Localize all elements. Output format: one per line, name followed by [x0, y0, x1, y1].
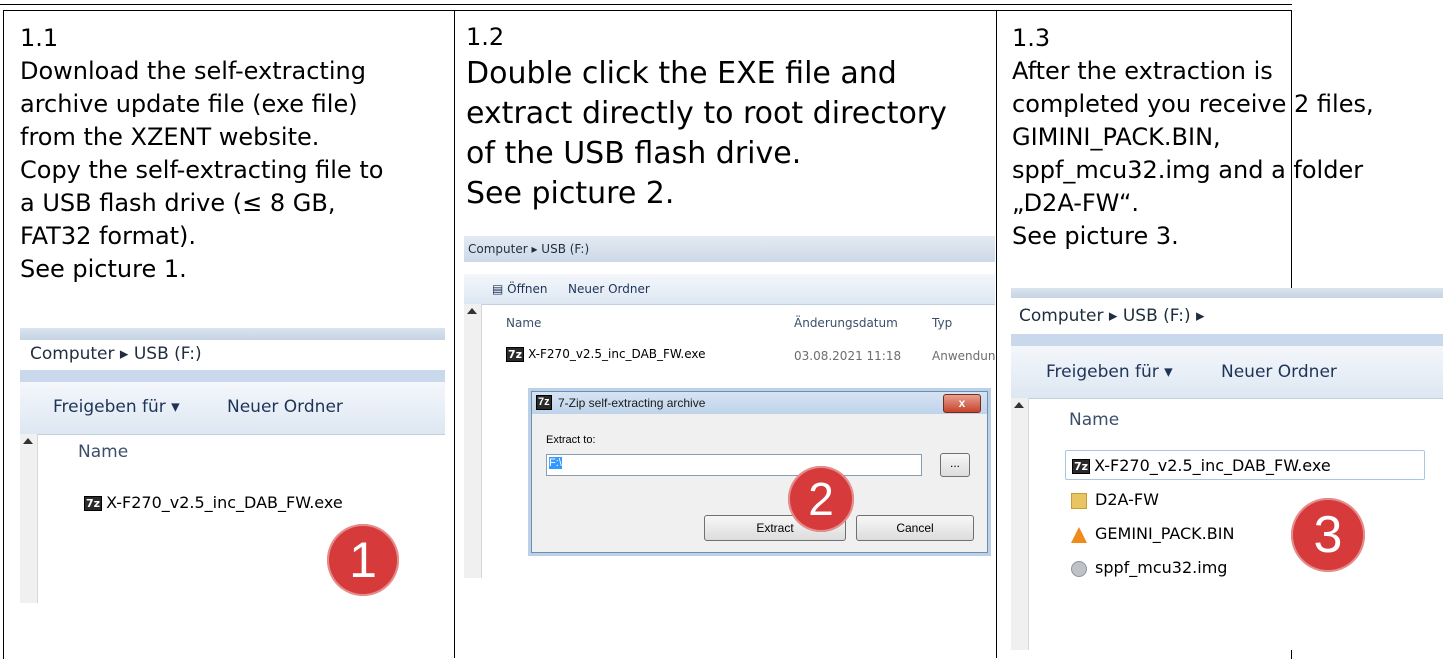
file-item[interactable]: 7z X-F270_v2.5_inc_DAB_FW.exe	[506, 347, 706, 362]
share-menu[interactable]: Freigeben für ▾	[1046, 362, 1173, 382]
step-3-line: After the extraction is	[1012, 57, 1273, 85]
column-header-name[interactable]: Name	[1069, 410, 1119, 430]
toolbar: ▤ Öffnen Neuer Ordner	[464, 274, 995, 305]
step-3-line: „D2A-FW“.	[1012, 189, 1140, 217]
folder-icon	[1071, 492, 1087, 509]
step-2-line: Double click the EXE file and	[466, 56, 897, 91]
file-item-selected[interactable]: 7z X-F270_v2.5_inc_DAB_FW.exe	[1065, 450, 1425, 480]
dialog-titlebar[interactable]: 7z 7-Zip self-extracting archive x	[532, 392, 987, 414]
dialog-title: 7-Zip self-extracting archive	[558, 396, 706, 410]
step-1-line: from the XZENT website.	[20, 123, 320, 151]
breadcrumb[interactable]: Computer ▸ USB (F:)	[30, 344, 202, 364]
extract-path-value: F:\	[549, 457, 562, 469]
step-1-line: See picture 1.	[20, 255, 187, 283]
archive-icon: 7z	[84, 496, 103, 511]
step-1-line: a USB flash drive (≤ 8 GB,	[20, 189, 336, 217]
step-1-line: Download the self-extracting	[20, 57, 366, 85]
extract-path-input[interactable]: F:\	[546, 454, 922, 476]
step-2-line: of the USB flash drive.	[466, 136, 802, 171]
column-header-name[interactable]: Name	[78, 442, 128, 462]
7zip-dialog: 7z 7-Zip self-extracting archive x Extra…	[531, 391, 988, 553]
file-date: 03.08.2021 11:18	[794, 349, 902, 363]
folder-item[interactable]: D2A-FW	[1071, 490, 1159, 509]
file-name: X-F270_v2.5_inc_DAB_FW.exe	[106, 493, 343, 512]
archive-icon: 7z	[506, 347, 525, 362]
step-1-number: 1.1	[20, 24, 59, 52]
scroll-up-icon[interactable]	[467, 308, 477, 314]
picture-number-badge: 2	[788, 466, 854, 532]
file-type: Anwendung	[932, 349, 995, 363]
file-item[interactable]: sppf_mcu32.img	[1071, 558, 1227, 577]
screenshot-2: Computer ▸ USB (F:) ▤ Öffnen Neuer Ordne…	[464, 236, 995, 578]
file-name: X-F270_v2.5_inc_DAB_FW.exe	[528, 347, 706, 361]
breadcrumb[interactable]: Computer ▸ USB (F:)	[468, 242, 589, 256]
step-2-line: See picture 2.	[466, 176, 675, 211]
screenshot-3: Computer ▸ USB (F:) ▸ Freigeben für ▾ Ne…	[1011, 288, 1443, 650]
picture-number-badge: 1	[327, 524, 399, 596]
step-3-line: GIMINI_PACK.BIN,	[1012, 123, 1221, 151]
file-name: D2A-FW	[1095, 490, 1159, 509]
step-3-number: 1.3	[1012, 24, 1051, 52]
step-3-line: completed you receive 2 files,	[1012, 90, 1374, 118]
top-rule	[0, 0, 1292, 5]
column-divider-1	[454, 10, 455, 658]
browse-button[interactable]: ...	[940, 453, 970, 477]
step-3-line: See picture 3.	[1012, 222, 1179, 250]
step-3-text: 1.3 After the extraction is completed yo…	[1012, 22, 1374, 253]
breadcrumb[interactable]: Computer ▸ USB (F:) ▸	[1019, 306, 1205, 326]
file-name: sppf_mcu32.img	[1095, 558, 1228, 577]
vlc-icon	[1071, 526, 1087, 543]
step-1-line: FAT32 format).	[20, 222, 197, 250]
column-divider-2	[996, 10, 997, 658]
share-menu[interactable]: Freigeben für ▾	[53, 397, 180, 417]
scroll-up-icon[interactable]	[1014, 402, 1024, 408]
step-1-line: archive update file (exe file)	[20, 90, 358, 118]
scrollbar[interactable]	[464, 304, 482, 578]
new-folder-button[interactable]: Neuer Ordner	[568, 282, 650, 296]
cancel-button[interactable]: Cancel	[856, 515, 974, 541]
disk-image-icon	[1071, 560, 1087, 577]
file-name: GEMINI_PACK.BIN	[1095, 524, 1235, 543]
toolbar: Freigeben für ▾ Neuer Ordner	[1011, 346, 1443, 399]
scroll-up-icon[interactable]	[23, 438, 33, 444]
file-item[interactable]: 7z X-F270_v2.5_inc_DAB_FW.exe	[84, 493, 343, 512]
scrollbar[interactable]	[20, 434, 38, 603]
file-item[interactable]: GEMINI_PACK.BIN	[1071, 524, 1234, 543]
step-2-line: extract directly to root directory	[466, 96, 947, 131]
new-folder-button[interactable]: Neuer Ordner	[227, 397, 343, 417]
archive-icon: 7z	[1072, 459, 1091, 474]
file-name: X-F270_v2.5_inc_DAB_FW.exe	[1094, 456, 1331, 475]
column-header-name[interactable]: Name	[506, 316, 541, 330]
column-header-date[interactable]: Änderungsdatum	[794, 316, 898, 330]
picture-number-badge: 3	[1291, 498, 1365, 572]
close-icon[interactable]: x	[943, 394, 981, 413]
step-1-line: Copy the self-extracting file to	[20, 156, 384, 184]
extract-to-label: Extract to:	[546, 434, 596, 446]
open-button[interactable]: ▤ Öffnen	[492, 282, 547, 296]
column-header-type[interactable]: Typ	[932, 316, 952, 330]
screenshot-1: Computer ▸ USB (F:) Freigeben für ▾ Neue…	[20, 328, 445, 603]
step-1-text: 1.1 Download the self-extracting archive…	[20, 22, 383, 286]
toolbar: Freigeben für ▾ Neuer Ordner	[20, 382, 445, 435]
step-2-text: 1.2 Double click the EXE file and extrac…	[466, 20, 947, 214]
new-folder-button[interactable]: Neuer Ordner	[1221, 362, 1337, 382]
scrollbar[interactable]	[1011, 398, 1029, 650]
step-2-number: 1.2	[466, 23, 505, 51]
archive-icon: 7z	[536, 395, 552, 410]
step-3-line: sppf_mcu32.img and a folder	[1012, 156, 1364, 184]
